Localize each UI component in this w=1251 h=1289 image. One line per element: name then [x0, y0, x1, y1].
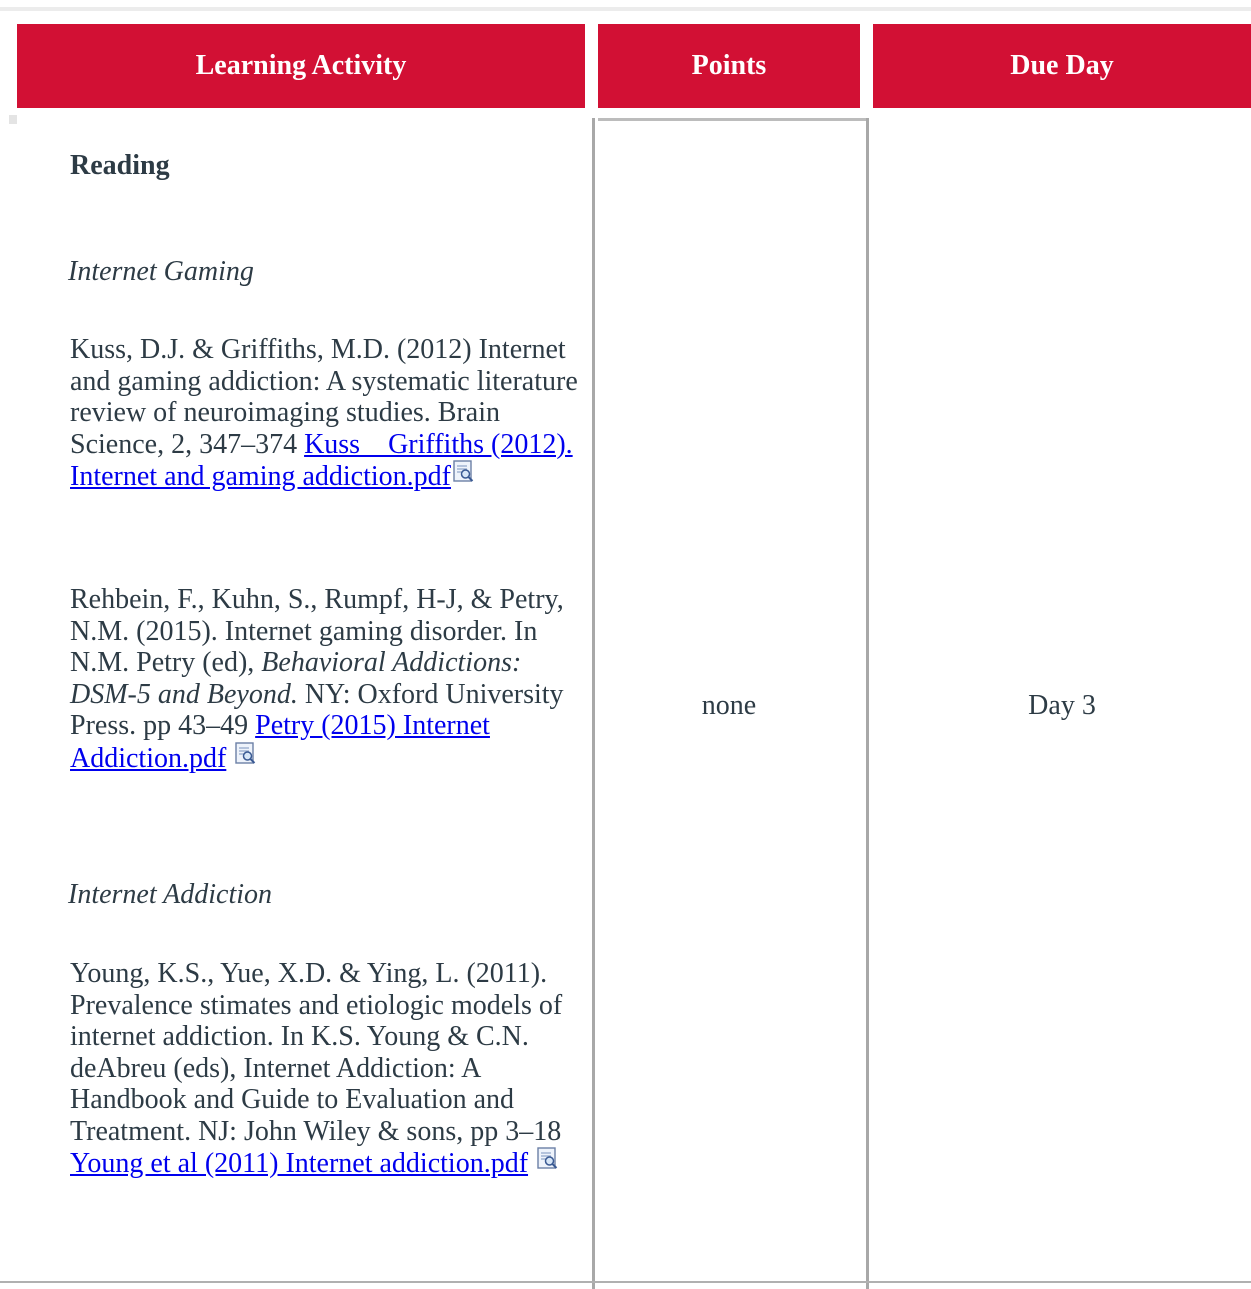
- column-divider-left: [592, 118, 595, 1289]
- points-cell-top-border: [598, 118, 866, 121]
- table-bottom-border: [0, 1281, 1251, 1283]
- column-divider-right: [866, 118, 869, 1289]
- header-due-day-label: Due Day: [1010, 50, 1114, 81]
- section-title-reading: Reading: [70, 150, 170, 181]
- header-points-label: Points: [691, 50, 767, 81]
- header-due-day: Due Day: [873, 24, 1251, 108]
- document-preview-icon[interactable]: [235, 741, 256, 764]
- document-preview-icon[interactable]: [453, 460, 474, 482]
- reference-kuss-griffiths: Kuss, D.J. & Griffiths, M.D. (2012) Inte…: [70, 334, 582, 493]
- reference-citation: Young, K.S., Yue, X.D. & Ying, L. (2011)…: [70, 958, 563, 1147]
- reference-young-et-al: Young, K.S., Yue, X.D. & Ying, L. (2011)…: [70, 958, 582, 1180]
- top-divider: [0, 7, 1251, 11]
- topic-internet-addiction: Internet Addiction: [68, 879, 272, 910]
- header-points: Points: [598, 24, 860, 108]
- points-value: none: [701, 690, 757, 721]
- document-preview-icon[interactable]: [537, 1147, 558, 1169]
- header-learning-activity: Learning Activity: [17, 24, 585, 108]
- reference-rehbein-petry: Rehbein, F., Kuhn, S., Rumpf, H-J, & Pet…: [70, 584, 582, 774]
- table-corner-border: [9, 115, 17, 124]
- header-learning-activity-label: Learning Activity: [195, 50, 407, 81]
- pdf-link-young[interactable]: Young et al (2011) Internet addiction.pd…: [70, 1148, 528, 1179]
- due-day-value: Day 3: [1028, 690, 1096, 721]
- topic-internet-gaming: Internet Gaming: [68, 256, 254, 287]
